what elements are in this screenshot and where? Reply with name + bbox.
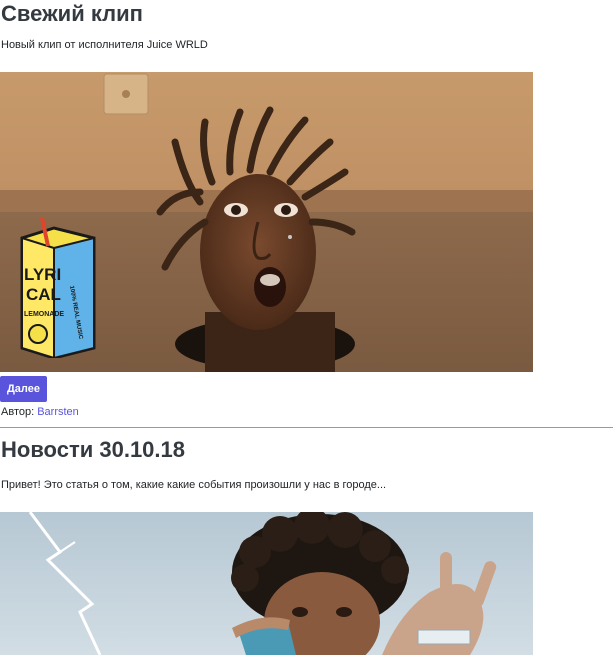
author-link[interactable]: Barrsten (37, 406, 79, 418)
post-divider (0, 427, 613, 428)
logo-text-line1: LYRI (24, 265, 61, 284)
post-description: Новый клип от исполнителя Juice WRLD (1, 39, 208, 51)
post-description: Привет! Это статья о том, какие какие со… (1, 479, 387, 491)
author-label: Автор: (1, 406, 35, 418)
logo-text-line3: LEMONADE (24, 311, 64, 318)
post-title: Новости 30.10.18 (1, 437, 185, 462)
lil-tecca-photo (0, 512, 533, 655)
logo-text-line2: CAL (26, 285, 61, 304)
post-image[interactable] (0, 512, 533, 655)
post-image[interactable]: LYRI CAL LEMONADE 100% REAL MUSIC (0, 72, 533, 372)
lyrical-lemonade-logo: LYRI CAL LEMONADE 100% REAL MUSIC (20, 218, 96, 358)
more-button[interactable]: Далее (0, 376, 47, 402)
post-title: Свежий клип (1, 1, 143, 26)
author-line: Автор: Barrsten (1, 406, 79, 418)
